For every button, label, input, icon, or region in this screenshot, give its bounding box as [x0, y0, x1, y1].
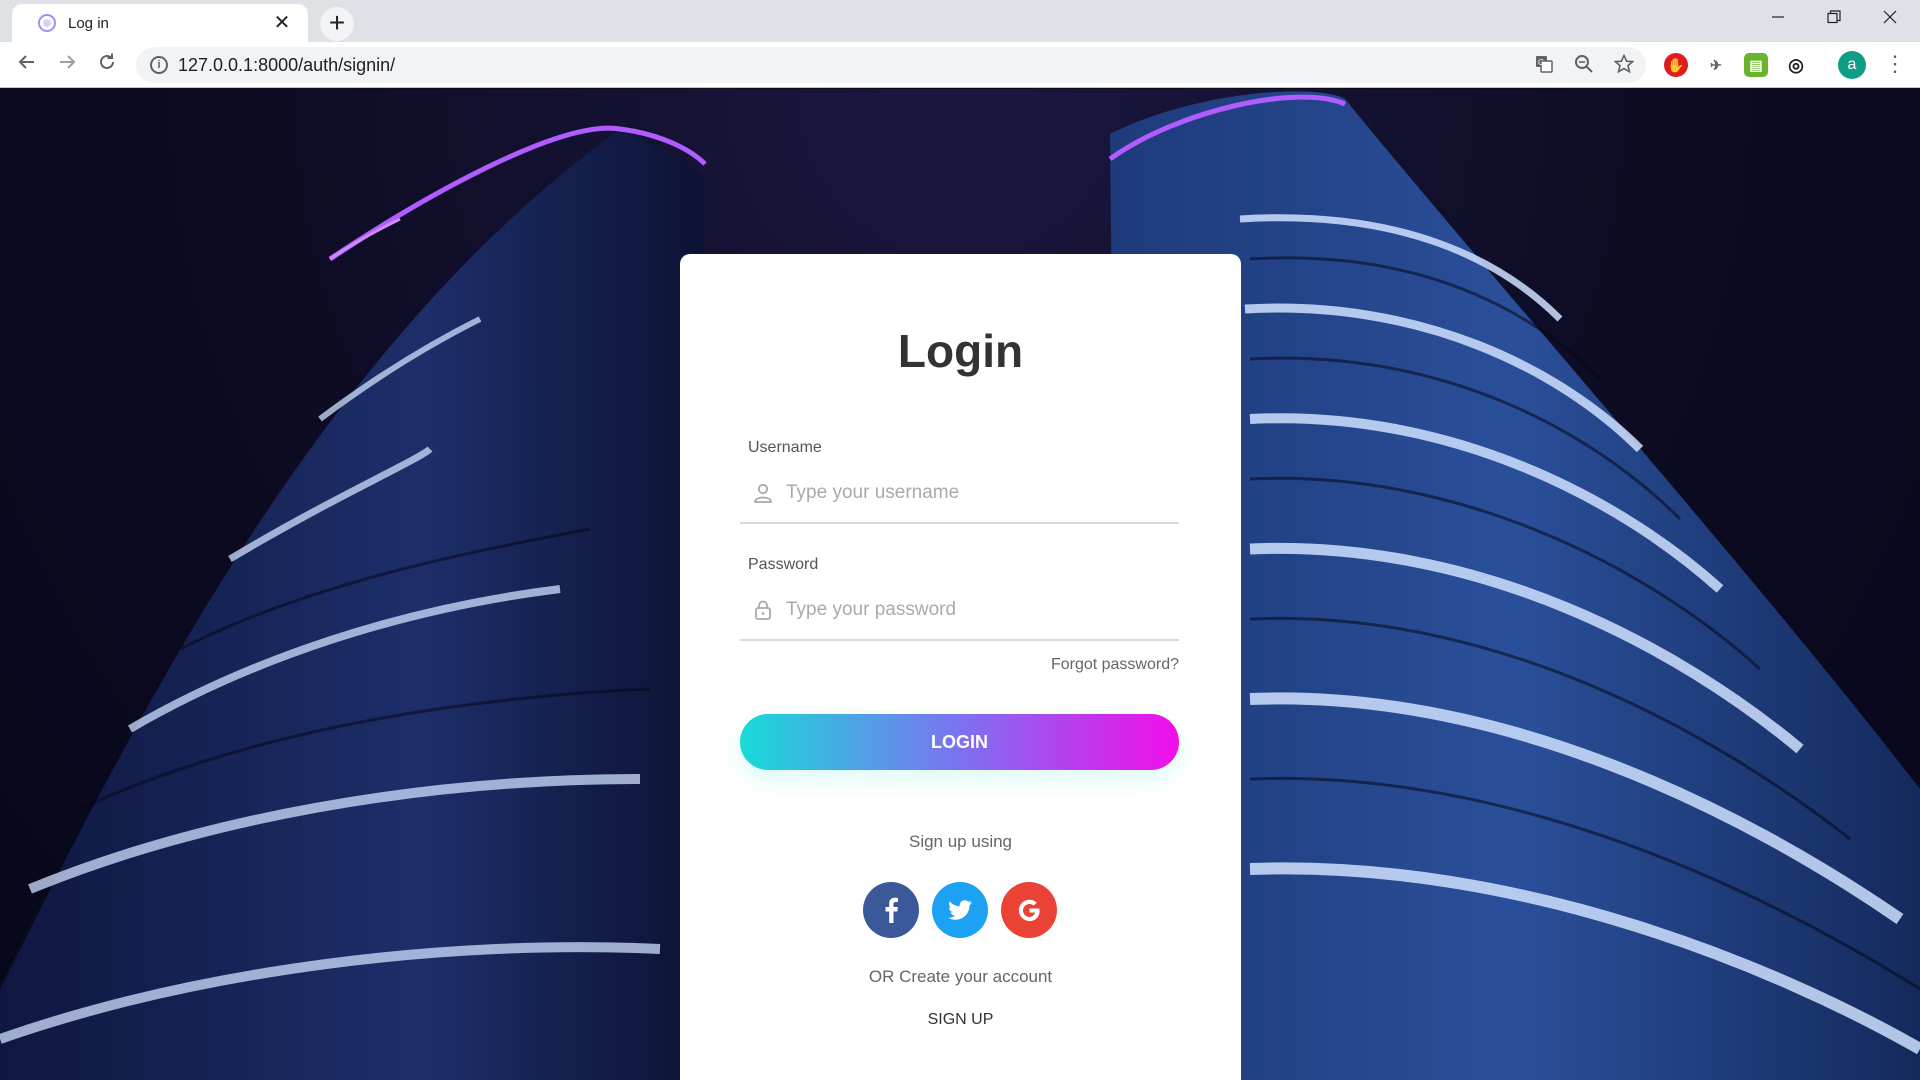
extension-shield-icon[interactable]: ◎ — [1784, 53, 1808, 77]
browser-menu-icon[interactable]: ⋮ — [1884, 50, 1906, 80]
site-info-icon[interactable]: i — [150, 56, 168, 74]
signup-using-text: Sign up using — [908, 832, 1013, 851]
google-icon — [1018, 899, 1040, 921]
browser-tab-strip: Log in ✕ + — [0, 0, 1920, 42]
login-title: Login — [897, 325, 1024, 377]
minimize-window-icon[interactable] — [1750, 0, 1806, 38]
username-field — [740, 466, 1179, 524]
facebook-button[interactable] — [863, 882, 919, 938]
forward-arrow-icon[interactable] — [50, 48, 84, 82]
username-label: Username — [748, 439, 822, 456]
sign-up-link[interactable]: SIGN UP — [680, 1011, 1241, 1029]
facebook-icon — [885, 897, 898, 923]
password-input[interactable] — [786, 595, 1166, 625]
profile-avatar[interactable]: a — [1838, 51, 1866, 79]
twitter-button[interactable] — [932, 882, 988, 938]
reload-icon[interactable] — [90, 48, 124, 82]
extension-bird-icon[interactable]: ✈ — [1704, 53, 1728, 77]
address-bar[interactable]: i 127.0.0.1:8000/auth/signin/ G — [136, 47, 1646, 83]
user-icon — [752, 482, 774, 504]
restore-window-icon[interactable] — [1806, 0, 1862, 38]
lock-icon — [752, 599, 774, 621]
twitter-icon — [948, 900, 972, 920]
translate-icon[interactable]: G — [1532, 54, 1556, 78]
tab-title: Log in — [68, 14, 109, 32]
google-button[interactable] — [1001, 882, 1057, 938]
close-window-icon[interactable] — [1862, 0, 1918, 38]
or-create-account-text: OR Create your account — [868, 967, 1053, 986]
new-tab-button[interactable]: + — [320, 7, 354, 41]
login-button[interactable]: LOGIN — [740, 714, 1179, 770]
url-text[interactable]: 127.0.0.1:8000/auth/signin/ — [178, 55, 395, 76]
svg-text:G: G — [1538, 58, 1544, 67]
extension-green-icon[interactable]: ▤ — [1744, 53, 1768, 77]
password-field — [740, 583, 1179, 641]
back-arrow-icon[interactable] — [10, 48, 44, 82]
bookmark-star-icon[interactable] — [1612, 53, 1636, 78]
tab-favicon-icon — [38, 14, 56, 32]
page-viewport: Login Username Password Forgot password?… — [0, 89, 1920, 1080]
browser-toolbar: i 127.0.0.1:8000/auth/signin/ G ✋ ✈ ▤ ◎ … — [0, 42, 1920, 88]
username-input[interactable] — [786, 478, 1166, 508]
password-label: Password — [748, 556, 819, 573]
tab-close-icon[interactable]: ✕ — [270, 11, 294, 35]
forgot-password-link[interactable]: Forgot password? — [1051, 656, 1179, 674]
adblock-extension-icon[interactable]: ✋ — [1664, 53, 1688, 77]
zoom-icon[interactable] — [1572, 54, 1596, 78]
login-card: Login Username Password Forgot password?… — [680, 254, 1241, 1080]
browser-tab[interactable]: Log in ✕ — [12, 4, 308, 42]
